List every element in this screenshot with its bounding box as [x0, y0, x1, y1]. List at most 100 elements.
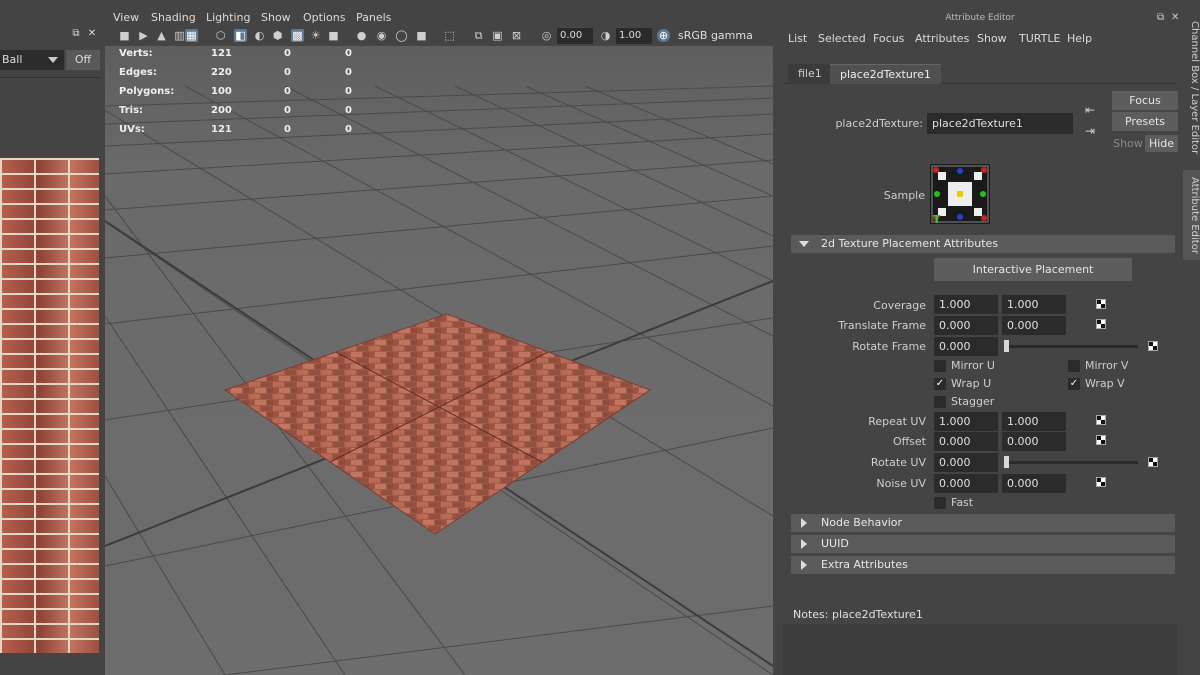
shadows-icon[interactable]: ■ [327, 29, 340, 42]
gamma-icon[interactable]: ◑ [599, 29, 612, 42]
menu-lighting[interactable]: Lighting [206, 11, 250, 24]
tab-file1[interactable]: file1 [788, 64, 832, 84]
section-2d-texture-placement[interactable]: 2d Texture Placement Attributes [791, 235, 1175, 253]
map-texture-icon[interactable] [1148, 341, 1158, 351]
rotate-frame-field[interactable]: 0.000 [934, 337, 998, 356]
menu-help[interactable]: Help [1067, 32, 1092, 45]
camera-attributes-icon[interactable]: ▶ [137, 29, 150, 42]
presets-button[interactable]: Presets [1112, 112, 1178, 131]
menu-focus[interactable]: Focus [873, 32, 904, 45]
map-texture-icon[interactable] [1096, 415, 1106, 425]
menu-view[interactable]: View [113, 11, 139, 24]
hud-value: 0 [284, 86, 291, 97]
menu-show[interactable]: Show [977, 32, 1007, 45]
depth-of-field-icon[interactable]: ■ [415, 29, 428, 42]
textured-icon[interactable]: ▩ [291, 29, 304, 42]
menu-attributes[interactable]: Attributes [915, 32, 969, 45]
offset-u-field[interactable]: 0.000 [934, 432, 998, 451]
exposure-icon[interactable]: ◎ [540, 29, 553, 42]
focus-output-icon[interactable]: ⇥ [1085, 124, 1095, 138]
left-panel-dropdown[interactable]: Ball [0, 50, 64, 70]
show-button[interactable]: Show [1112, 135, 1144, 152]
hide-button[interactable]: Hide [1145, 135, 1178, 152]
hud-label: Polygons: [119, 86, 175, 97]
ssao-icon[interactable]: ● [355, 29, 368, 42]
menu-shading[interactable]: Shading [151, 11, 196, 24]
map-texture-icon[interactable] [1096, 299, 1106, 309]
wrap-u-checkbox[interactable]: ✓ [934, 378, 946, 390]
color-space-dropdown[interactable]: sRGB gamma [675, 28, 769, 44]
viewport-menubar: View Shading Lighting Show Options Panel… [105, 10, 773, 26]
rotate-uv-slider-handle[interactable] [1004, 456, 1009, 468]
smooth-shade-icon[interactable]: ◧ [234, 29, 247, 42]
repeat-v-field[interactable]: 1.000 [1002, 412, 1066, 431]
menu-selected[interactable]: Selected [818, 32, 866, 45]
map-texture-icon[interactable] [1096, 319, 1106, 329]
stagger-checkbox[interactable] [934, 396, 946, 408]
translate-frame-u-field[interactable]: 0.000 [934, 316, 998, 335]
isolate-select-icon[interactable]: ⬚ [443, 29, 456, 42]
repeat-uv-label: Repeat UV [868, 415, 926, 428]
grid-icon[interactable]: ▦ [185, 29, 198, 42]
focus-button[interactable]: Focus [1112, 91, 1178, 110]
focus-input-icon[interactable]: ⇤ [1085, 103, 1095, 117]
float-panel-icon[interactable]: ⧉ [70, 28, 82, 40]
tab-channel-box[interactable]: Channel Box / Layer Editor [1183, 18, 1200, 158]
noise-v-field[interactable]: 0.000 [1002, 474, 1066, 493]
lights-icon[interactable]: ☀ [309, 29, 322, 42]
mirror-u-checkbox[interactable] [934, 360, 946, 372]
tab-attribute-editor[interactable]: Attribute Editor [1183, 170, 1200, 260]
xray-active-icon[interactable]: ▣ [491, 29, 504, 42]
noise-u-field[interactable]: 0.000 [934, 474, 998, 493]
section-extra-attributes[interactable]: Extra Attributes [791, 556, 1175, 574]
section-node-behavior[interactable]: Node Behavior [791, 514, 1175, 532]
menu-panels[interactable]: Panels [356, 11, 391, 24]
off-button[interactable]: Off [66, 50, 100, 70]
interactive-placement-button[interactable]: Interactive Placement [934, 258, 1132, 281]
xray-icon[interactable]: ⬢ [271, 29, 284, 42]
rotate-frame-slider-handle[interactable] [1004, 340, 1009, 352]
attribute-editor-tabs: file1 place2dTexture1 [783, 64, 1177, 84]
bookmark-icon[interactable]: ▲ [155, 29, 168, 42]
coverage-v-field[interactable]: 1.000 [1002, 295, 1066, 314]
section-uuid[interactable]: UUID [791, 535, 1175, 553]
exposure-field[interactable]: 0.00 [557, 28, 593, 44]
xray-joints-icon[interactable]: ⧉ [472, 29, 485, 42]
rotate-uv-field[interactable]: 0.000 [934, 453, 998, 472]
wireframe-icon[interactable]: ⬡ [214, 29, 227, 42]
stagger-label: Stagger [951, 395, 995, 408]
3d-viewport[interactable]: View Shading Lighting Show Options Panel… [105, 10, 773, 675]
menu-options[interactable]: Options [303, 11, 345, 24]
map-texture-icon[interactable] [1096, 435, 1106, 445]
repeat-u-field[interactable]: 1.000 [934, 412, 998, 431]
map-texture-icon[interactable] [1148, 457, 1158, 467]
close-panel-icon[interactable]: ✕ [86, 28, 98, 40]
resolution-gate-icon[interactable]: ⊠ [510, 29, 523, 42]
translate-frame-v-field[interactable]: 0.000 [1002, 316, 1066, 335]
antialias-icon[interactable]: ◯ [395, 29, 408, 42]
wireframe-on-shaded-icon[interactable]: ◐ [253, 29, 266, 42]
notes-textarea[interactable] [783, 624, 1177, 675]
mirror-v-checkbox[interactable] [1068, 360, 1080, 372]
float-panel-icon[interactable]: ⧉ [1157, 12, 1164, 23]
fast-checkbox[interactable] [934, 497, 946, 509]
rotate-frame-slider[interactable] [1004, 345, 1138, 348]
gamma-field[interactable]: 1.00 [616, 28, 652, 44]
motion-blur-icon[interactable]: ◉ [375, 29, 388, 42]
translate-frame-label: Translate Frame [838, 319, 926, 332]
map-texture-icon[interactable] [1096, 477, 1106, 487]
rotate-uv-slider[interactable] [1004, 461, 1138, 464]
offset-v-field[interactable]: 0.000 [1002, 432, 1066, 451]
fast-label: Fast [951, 496, 974, 509]
menu-turtle[interactable]: TURTLE [1019, 32, 1060, 45]
wrap-v-checkbox[interactable]: ✓ [1068, 378, 1080, 390]
coverage-u-field[interactable]: 1.000 [934, 295, 998, 314]
menu-show[interactable]: Show [261, 11, 291, 24]
camera-icon[interactable]: ■ [118, 29, 131, 42]
node-name-field[interactable]: place2dTexture1 [927, 113, 1073, 134]
section-title: Extra Attributes [821, 558, 908, 571]
menu-list[interactable]: List [788, 32, 807, 45]
color-management-icon[interactable]: ⊕ [657, 29, 670, 42]
close-panel-icon[interactable]: ✕ [1171, 12, 1179, 23]
tab-place2dtexture1[interactable]: place2dTexture1 [830, 64, 941, 84]
